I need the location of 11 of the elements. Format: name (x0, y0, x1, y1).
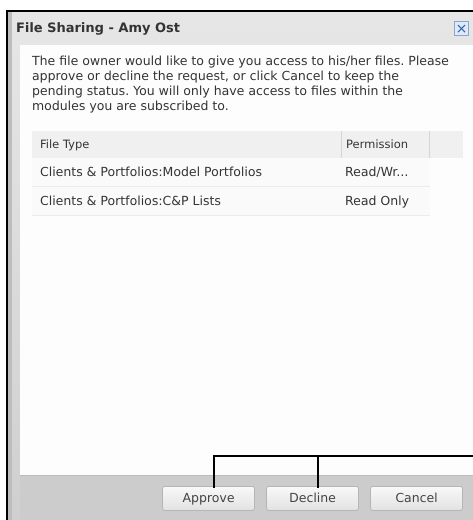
table-cell-text: Read Only (344, 192, 410, 210)
dialog-button[interactable]: Approve (162, 486, 255, 510)
table-cell-text: Clients & Portfolios:Model Portfolios (39, 162, 263, 181)
dialog-button[interactable]: Decline (266, 486, 359, 510)
window-title: File Sharing - Amy Ost (16, 20, 180, 38)
message-text: The file owner would like to give you access to his/her files. Please approve or decline the request, or click Cancel to keep the pending status. You will only have access to files within the modules you are subscribed to. (32, 53, 450, 113)
table-cell-text: Read/Wr... (344, 162, 410, 181)
table-cell-text: Clients & Portfolios:C&P Lists (39, 192, 222, 210)
column-header[interactable]: File Type (32, 136, 341, 154)
dialog-button[interactable]: Cancel (370, 486, 463, 510)
close-button[interactable]: × (454, 21, 469, 36)
